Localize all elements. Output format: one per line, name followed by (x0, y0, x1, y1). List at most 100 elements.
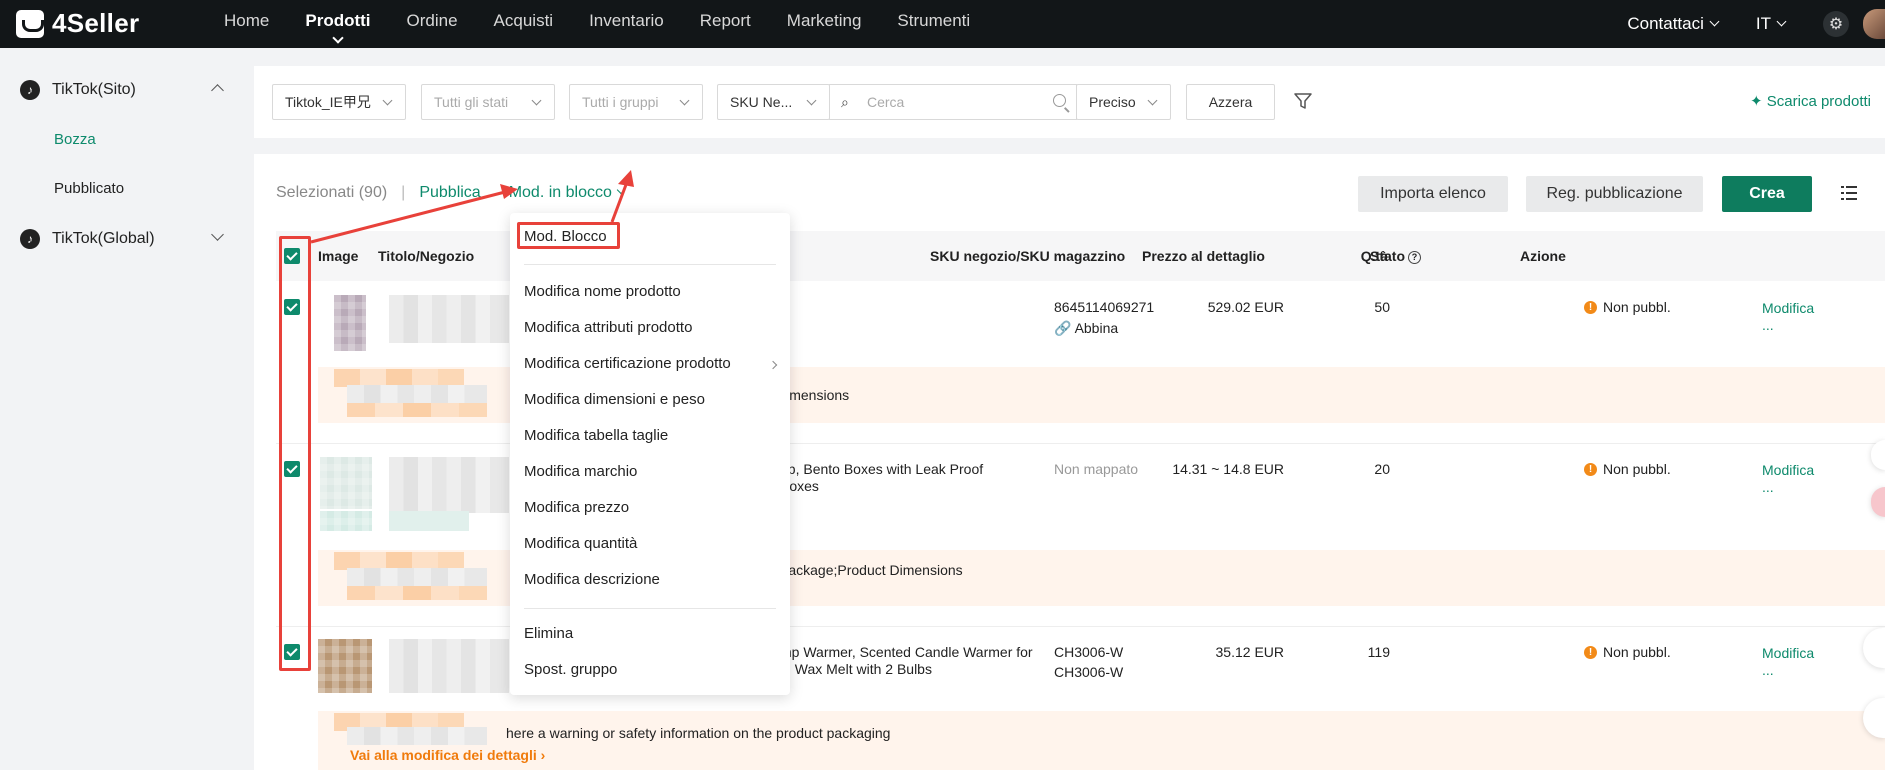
menu-item-move-group[interactable]: Spost. gruppo (524, 661, 617, 678)
brand-logo[interactable]: 4Seller (16, 8, 139, 39)
shop-select[interactable]: Tiktok_IE甲兄 (272, 84, 406, 120)
publish-button[interactable]: Pubblica (419, 184, 480, 202)
state-select-value: Tutti gli stati (434, 94, 509, 110)
warning-banner: here a warning or safety information on … (318, 711, 1885, 770)
chevron-down-icon (531, 95, 542, 106)
col-status: Stato? (1370, 248, 1421, 264)
nav-ordine[interactable]: Ordine (407, 0, 458, 48)
search-field-select[interactable]: SKU Ne... (717, 84, 830, 120)
status-badge: ! Non pubbl. (1584, 461, 1671, 477)
more-actions[interactable]: ... (1762, 479, 1774, 495)
help-icon[interactable]: ? (1408, 251, 1421, 264)
menu-item-edit-attributes[interactable]: Modifica attributi prodotto (524, 319, 692, 336)
status-label: Non pubbl. (1603, 644, 1671, 660)
menu-item-edit-dimensions[interactable]: Modifica dimensioni e peso (524, 391, 705, 408)
divider: | (401, 184, 406, 201)
retail-price: 14.31 ~ 14.8 EUR (1172, 461, 1284, 477)
search-input[interactable] (867, 94, 1037, 110)
logo-bag-icon (16, 9, 44, 38)
annotation-menu-highlight (517, 222, 620, 249)
chevron-down-icon (1147, 95, 1158, 106)
sidebar-group-tiktok-sito[interactable]: ♪ TikTok(Sito) (20, 80, 226, 100)
match-sku-label: Abbina (1074, 320, 1119, 336)
nav-inventario[interactable]: Inventario (589, 0, 664, 48)
menu-item-delete[interactable]: Elimina (524, 625, 573, 642)
chevron-right-icon (768, 360, 778, 370)
more-actions[interactable]: ... (1762, 317, 1774, 333)
settings-gear-icon[interactable]: ⚙ (1823, 11, 1849, 37)
state-select[interactable]: Tutti gli stati (421, 84, 555, 120)
publish-log-button[interactable]: Reg. pubblicazione (1526, 176, 1703, 212)
nav-strumenti[interactable]: Strumenti (897, 0, 970, 48)
bulk-edit-button[interactable]: Mod. in blocco (508, 184, 626, 202)
sidebar-group-tiktok-global[interactable]: ♪ TikTok(Global) (20, 228, 226, 249)
menu-item-edit-certification[interactable]: Modifica certificazione prodotto (524, 355, 778, 372)
product-image (320, 457, 372, 509)
bulk-edit-label: Mod. in blocco (508, 184, 612, 201)
product-image (318, 639, 372, 693)
quantity: 50 (1374, 299, 1390, 315)
status-badge: ! Non pubbl. (1584, 299, 1671, 315)
menu-divider (524, 264, 776, 265)
sidebar-group-label: TikTok(Sito) (52, 81, 136, 98)
import-list-button[interactable]: Importa elenco (1358, 176, 1508, 212)
match-mode-select[interactable]: Preciso (1076, 84, 1171, 120)
blurred-warning-text (347, 385, 487, 403)
retail-price: 35.12 EUR (1215, 644, 1284, 660)
language-menu[interactable]: IT (1756, 14, 1787, 34)
menu-item-edit-description[interactable]: Modifica descrizione (524, 571, 660, 588)
nav-acquisti[interactable]: Acquisti (494, 0, 554, 48)
contact-menu[interactable]: Contattaci (1627, 14, 1720, 34)
edit-link[interactable]: Modifica (1762, 462, 1814, 478)
product-title-blurred (389, 511, 469, 531)
warning-icon: ! (1584, 462, 1597, 476)
more-actions[interactable]: ... (1762, 662, 1774, 678)
status-badge: ! Non pubbl. (1584, 644, 1671, 660)
product-title: mp Warmer, Scented Candle Warmer for s, … (780, 644, 1033, 677)
col-sku: SKU negozio/SKU magazzino (930, 248, 1126, 264)
col-action: Azione (1520, 248, 1566, 264)
warning-icon: ! (1584, 300, 1597, 314)
bulk-edit-dropdown: Mod. Blocco Modifica nome prodotto Modif… (510, 213, 790, 695)
nav-report[interactable]: Report (700, 0, 751, 48)
sparkle-icon: ✦ (1750, 93, 1767, 110)
edit-details-label: Vai alla modifica dei dettagli (350, 747, 537, 763)
main-nav: Home Prodotti Ordine Acquisti Inventario… (224, 0, 1006, 48)
menu-item-edit-quantity[interactable]: Modifica quantità (524, 535, 637, 552)
download-products-link[interactable]: ✦ Scarica prodotti (1750, 92, 1871, 110)
annotation-checkbox-highlight (279, 236, 311, 671)
menu-item-edit-brand[interactable]: Modifica marchio (524, 463, 637, 480)
product-title: ep, Bento Boxes with Leak Proof Boxes (780, 461, 984, 494)
group-select-value: Tutti i gruppi (582, 94, 659, 110)
sidebar-group-label: TikTok(Global) (52, 230, 155, 247)
search-icon[interactable] (1053, 94, 1066, 107)
nav-marketing[interactable]: Marketing (787, 0, 862, 48)
menu-item-edit-price[interactable]: Modifica prezzo (524, 499, 629, 516)
group-select[interactable]: Tutti i gruppi (569, 84, 703, 120)
edit-details-link[interactable]: Vai alla modifica dei dettagli › (350, 747, 545, 763)
nav-prodotti[interactable]: Prodotti (305, 0, 371, 48)
sidebar-item-pubblicato[interactable]: Pubblicato (54, 180, 124, 197)
edit-link[interactable]: Modifica (1762, 645, 1814, 661)
nav-prodotti-label: Prodotti (305, 11, 371, 30)
create-button[interactable]: Crea (1722, 176, 1812, 212)
match-sku-link[interactable]: 🔗 Abbina (1054, 320, 1118, 337)
chevron-down-icon (1776, 16, 1787, 27)
shop-select-value: Tiktok_IE甲兄 (285, 94, 371, 110)
filter-funnel-icon[interactable] (1293, 91, 1313, 111)
warning-text: here a warning or safety information on … (506, 725, 891, 741)
products-panel: Selezionati (90) | Pubblica Mod. in bloc… (254, 154, 1885, 770)
reset-button[interactable]: Azzera (1186, 84, 1275, 120)
sidebar-item-bozza[interactable]: Bozza (54, 131, 96, 148)
nav-home[interactable]: Home (224, 0, 269, 48)
sku-value: CH3006-W (1054, 644, 1124, 660)
edit-link[interactable]: Modifica (1762, 300, 1814, 316)
chevron-down-icon (679, 95, 690, 106)
download-products-label: Scarica prodotti (1766, 93, 1871, 110)
menu-item-edit-size-chart[interactable]: Modifica tabella taglie (524, 427, 668, 444)
user-avatar[interactable] (1863, 9, 1885, 39)
column-settings-icon[interactable] (1841, 186, 1857, 200)
menu-item-edit-name[interactable]: Modifica nome prodotto (524, 283, 681, 300)
search-list-icon: ⌕ (841, 93, 849, 110)
sku-value: 8645114069271 (1054, 299, 1155, 315)
